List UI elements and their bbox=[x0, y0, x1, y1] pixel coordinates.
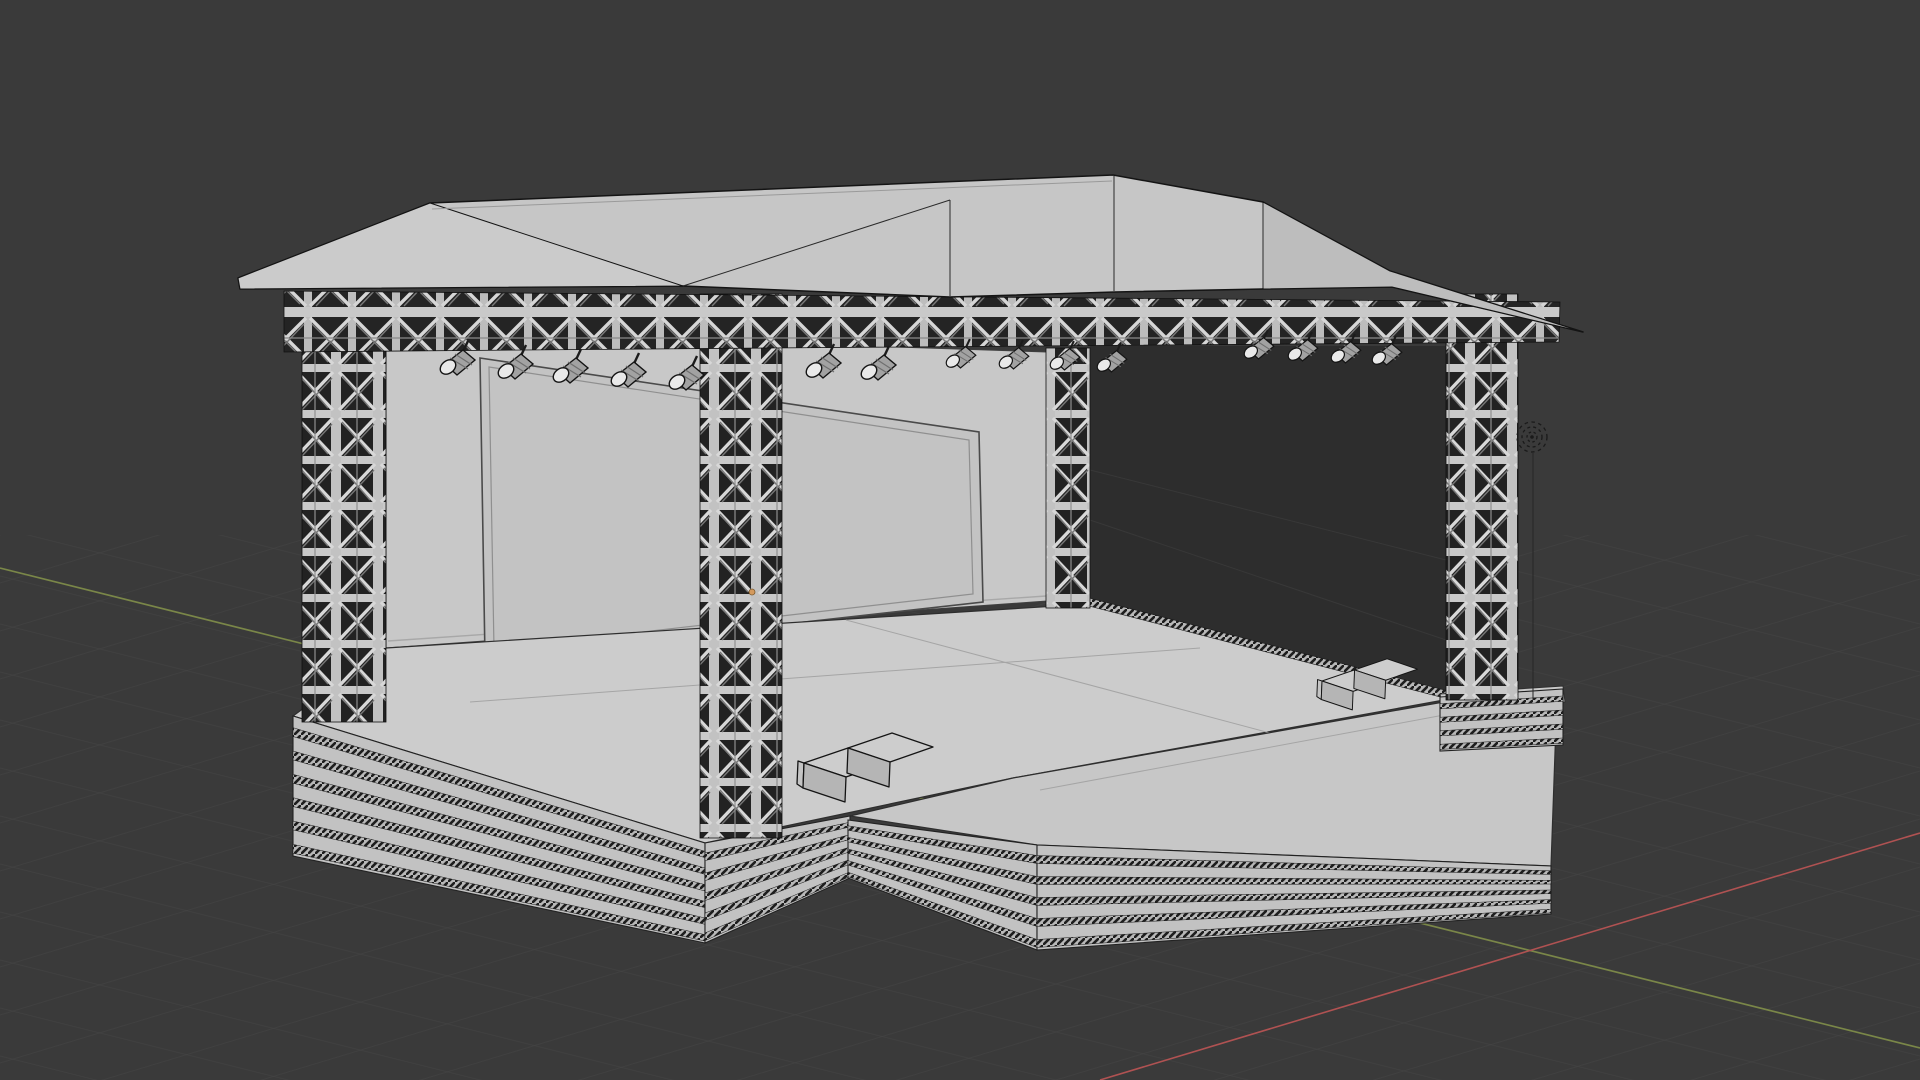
object-origin-dot[interactable] bbox=[748, 588, 756, 596]
truss-beam[interactable] bbox=[283, 290, 1561, 353]
truss-column-back[interactable] bbox=[1045, 347, 1091, 609]
truss-column-left[interactable] bbox=[301, 291, 387, 723]
3d-viewport[interactable] bbox=[0, 0, 1920, 1080]
viewport-canvas[interactable] bbox=[0, 0, 1920, 1080]
truss-column-right[interactable] bbox=[1445, 293, 1519, 701]
truss-column-middle[interactable] bbox=[699, 293, 783, 839]
